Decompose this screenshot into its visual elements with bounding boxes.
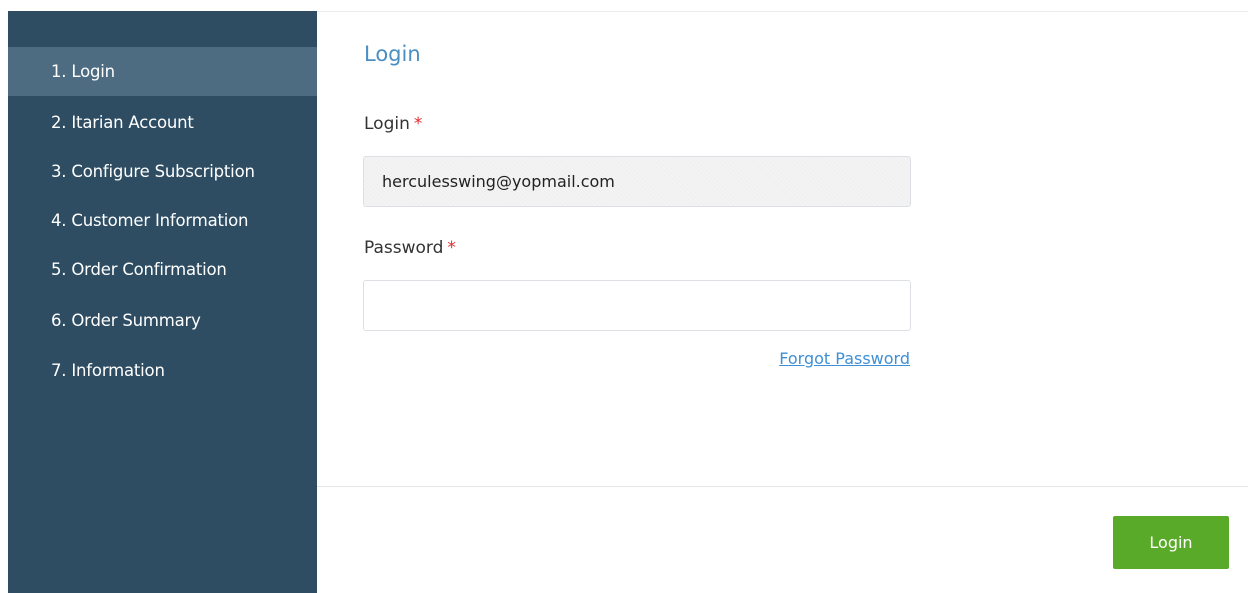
sidebar-step-login[interactable]: 1. Login [8,47,317,96]
sidebar-step-information[interactable]: 7. Information [8,346,317,395]
password-label-text: Password [364,238,444,258]
required-marker: * [413,114,423,134]
sidebar-step-customer-information[interactable]: 4. Customer Information [8,196,317,245]
checkout-wizard: 1. Login 2. Itarian Account 3. Configure… [0,0,1248,593]
wizard-sidebar: 1. Login 2. Itarian Account 3. Configure… [8,11,317,593]
sidebar-step-order-confirmation[interactable]: 5. Order Confirmation [8,245,317,294]
footer-divider [317,486,1248,487]
password-input[interactable] [363,280,911,331]
login-field-label: Login * [364,114,422,134]
sidebar-step-configure-subscription[interactable]: 3. Configure Subscription [8,147,317,196]
sidebar-step-itarian-account[interactable]: 2. Itarian Account [8,98,317,147]
sidebar-step-order-summary[interactable]: 6. Order Summary [8,296,317,345]
top-divider [317,11,1248,12]
required-marker: * [447,238,456,258]
login-input[interactable] [363,156,911,207]
page-title: Login [364,42,421,66]
password-field-label: Password * [364,238,456,258]
login-label-text: Login [364,114,410,134]
forgot-password-link[interactable]: Forgot Password [779,349,910,368]
login-button[interactable]: Login [1113,516,1229,569]
